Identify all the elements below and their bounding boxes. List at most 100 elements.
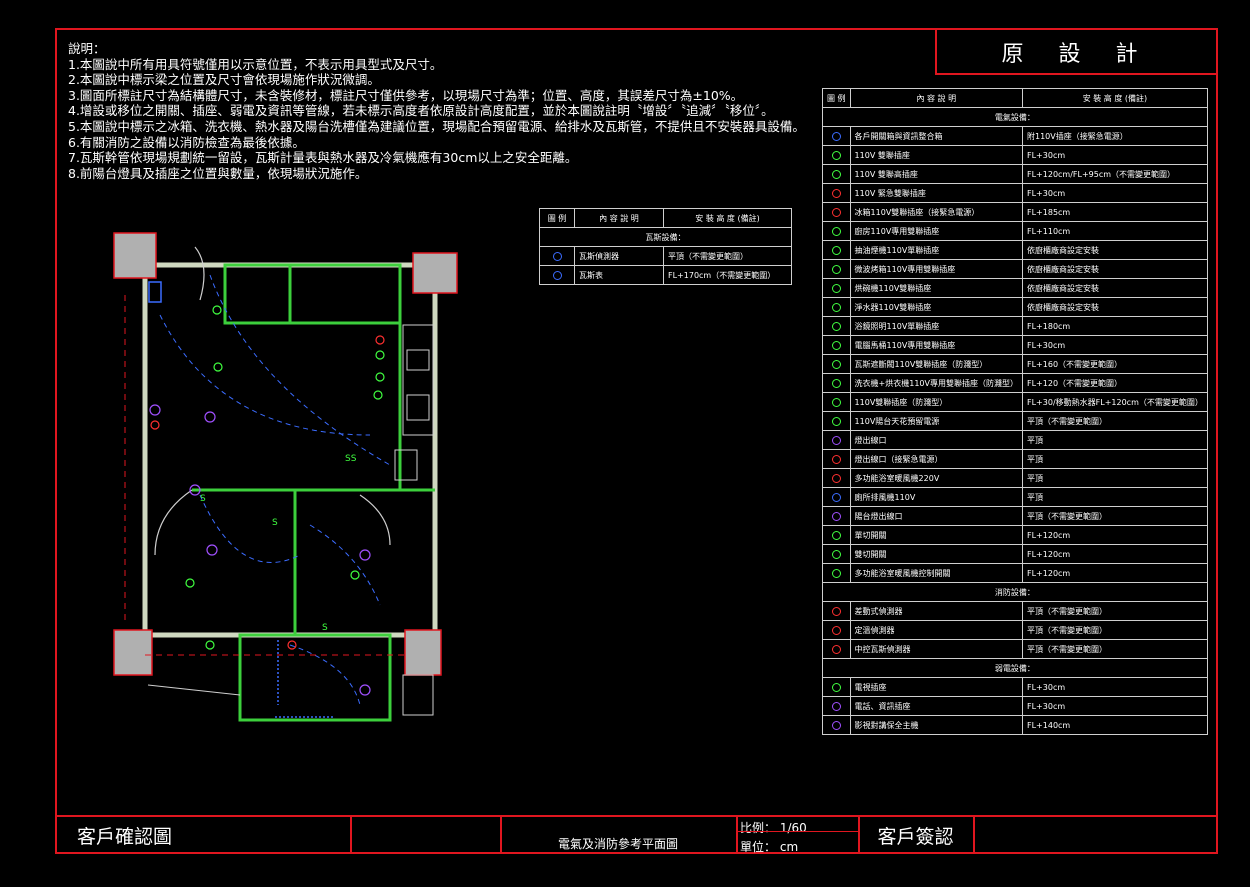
legend-section-title: 電氣設備：: [822, 107, 1208, 127]
legend-height: FL+185cm: [1022, 202, 1208, 222]
legend-row: 電話、資訊插座 FL+30cm: [822, 696, 1208, 716]
legend-content: 雙切開關: [849, 544, 1024, 564]
legend-content: 電視插座: [849, 677, 1024, 697]
note-line: 7.瓦斯幹管依現場規劃統一留設，瓦斯計量表與熱水器及冷氣機應有30cm以上之安全…: [68, 150, 578, 166]
legend-content: 廚房110V專用雙聯插座: [849, 221, 1024, 241]
notes-block: 說明： 1.本圖說中所有用具符號僅用以示意位置，不表示用具型式及尺寸。 2.本圖…: [68, 41, 805, 181]
legend-row: 110V 緊急雙聯插座 FL+30cm: [822, 183, 1208, 203]
legend-row: 瓦斯偵測器 平頂（不需變更範圍）: [539, 246, 792, 266]
outlet-washer-icon: [831, 378, 841, 388]
legend-symbol: [822, 164, 851, 184]
legend-symbol: [822, 392, 851, 412]
note-line: 4.增設或移位之開關、插座、弱電及資訊等管線，若未標示高度者依原設計高度配置，並…: [68, 103, 774, 119]
legend-content: 單切開關: [849, 525, 1024, 545]
legend-height: FL+120cm/FL+95cm（不需變更範圍）: [1022, 164, 1208, 184]
legend-symbol: [822, 544, 851, 564]
drawing-name: 電氣及消防參考平面圖: [500, 817, 738, 854]
confirm-label: 客戶確認圖: [55, 817, 352, 854]
legend-content: 定溫偵測器: [849, 620, 1024, 640]
legend-height: FL+30cm: [1022, 677, 1208, 697]
column: [113, 232, 157, 279]
unit-value: cm: [779, 840, 799, 854]
legend-row: 110V 雙聯高插座 FL+120cm/FL+95cm（不需變更範圍）: [822, 164, 1208, 184]
legend-symbol: [539, 246, 575, 266]
legend-symbol: [822, 696, 851, 716]
title-block: 客戶確認圖 電氣及消防參考平面圖 比例： 1/60 單位： cm 客戶簽認: [55, 815, 1218, 856]
legend-row: 單切開關 FL+120cm: [822, 525, 1208, 545]
legend-height: FL+120cm: [1022, 563, 1208, 583]
legend-row: 差動式偵測器 平頂（不需變更範圍）: [822, 601, 1208, 621]
legend-height: 平頂: [1022, 449, 1208, 469]
legend-symbol: [822, 487, 851, 507]
legend-height: FL+170cm（不需變更範圍）: [663, 265, 792, 285]
legend-symbol: [822, 202, 851, 222]
legend-row: 淨水器110V雙聯插座 依廚櫃廠商設定安裝: [822, 297, 1208, 317]
legend-symbol: [822, 449, 851, 469]
legend-height: FL+120cm: [1022, 544, 1208, 564]
legend-row: 中控瓦斯偵測器 平頂（不需變更範圍）: [822, 639, 1208, 659]
legend-row: 洗衣機+烘衣機110V專用雙聯插座（防濺型） FL+120（不需變更範圍）: [822, 373, 1208, 393]
legend-content: 瓦斯偵測器: [574, 246, 664, 266]
legend-height: 平頂（不需變更範圍）: [1022, 411, 1208, 431]
legend-symbol: [822, 373, 851, 393]
legend-height: FL+30cm: [1022, 145, 1208, 165]
legend-content: 多功能浴室暖風機控制開關: [849, 563, 1024, 583]
legend-content: 110V雙聯插座（防濺型）: [849, 392, 1024, 412]
legend-symbol: [822, 278, 851, 298]
legend-symbol: [822, 563, 851, 583]
legend-row: 陽台燈出線口 平頂（不需變更範圍）: [822, 506, 1208, 526]
note-line: 說明：: [68, 41, 106, 56]
legend-symbol: [822, 506, 851, 526]
legend-content: 瓦斯遮斷閥110V雙聯插座（防濺型）: [849, 354, 1024, 374]
legend-symbol: [822, 145, 851, 165]
outlet-splash-icon: [831, 397, 841, 407]
outlet-dryer-icon: [831, 283, 841, 293]
blank-cell: [352, 817, 502, 854]
note-line: 8.前陽台燈具及插座之位置與數量，依現場狀況施作。: [68, 165, 368, 181]
legend-symbol: [822, 221, 851, 241]
legend-height: 平頂: [1022, 430, 1208, 450]
drawing-title: 原 設 計: [935, 28, 1218, 75]
legend-height: 平頂（不需變更範圍）: [663, 246, 792, 266]
note-line: 3.圖面所標註尺寸為結構體尺寸，未含裝修材，標註尺寸僅供參考，以現場尺寸為準；位…: [68, 87, 744, 103]
exhaust-fan-icon: [831, 492, 841, 502]
legend-content: 中控瓦斯偵測器: [849, 639, 1024, 659]
single-switch-label: S: [200, 494, 206, 504]
outlet-microwave-icon: [831, 264, 841, 274]
legend-symbol: [822, 525, 851, 545]
legend-content: 110V 雙聯高插座: [849, 164, 1024, 184]
legend-row: 各戶開關箱與資訊整合箱 附110V插座（接緊急電源）: [822, 126, 1208, 146]
intercom-icon: [831, 720, 841, 730]
legend-content: 電話、資訊插座: [849, 696, 1024, 716]
legend-row: 抽油煙機110V單聯插座 依廚櫃廠商設定安裝: [822, 240, 1208, 260]
legend-symbol: [822, 335, 851, 355]
light-outlet-icon: [831, 435, 841, 445]
legend-content: 電腦馬桶110V專用雙聯插座: [849, 335, 1024, 355]
legend-content: 燈出線口（接緊急電源）: [849, 449, 1024, 469]
legend-content: 微波烤箱110V專用雙聯插座: [849, 259, 1024, 279]
legend-content: 冰箱110V雙聯插座（接緊急電源）: [849, 202, 1024, 222]
legend-header-symbol: 圖 例: [822, 88, 851, 108]
legend-content: 110V 緊急雙聯插座: [849, 183, 1024, 203]
legend-symbol: [822, 297, 851, 317]
bath-heater-icon: [831, 473, 841, 483]
legend-content: 瓦斯表: [574, 265, 664, 285]
legend-row: 110V雙聯插座（防濺型） FL+30/移動熱水器FL+120cm（不需變更範圍）: [822, 392, 1208, 412]
legend-height: 平頂: [1022, 468, 1208, 488]
outlet-mirror-icon: [831, 321, 841, 331]
legend-row: 瓦斯表 FL+170cm（不需變更範圍）: [539, 265, 792, 285]
legend-header: 圖 例內 容 說 明安 裝 高 度 (備註): [539, 208, 792, 228]
legend-row: 冰箱110V雙聯插座（接緊急電源） FL+185cm: [822, 202, 1208, 222]
scale-divider: [738, 831, 858, 832]
legend-symbol: [822, 354, 851, 374]
legend-height: 平頂（不需變更範圍）: [1022, 601, 1208, 621]
legend-height: 依廚櫃廠商設定安裝: [1022, 278, 1208, 298]
legend-symbol: [822, 316, 851, 336]
heat-detector-icon: [831, 625, 841, 635]
legend-section-title: 瓦斯設備：: [539, 227, 792, 247]
outlet-hood-icon: [831, 245, 841, 255]
legend-content: 浴鏡照明110V單聯插座: [849, 316, 1024, 336]
legend-content: 陽台燈出線口: [849, 506, 1024, 526]
legend-symbol: [822, 240, 851, 260]
legend-height: FL+30cm: [1022, 335, 1208, 355]
